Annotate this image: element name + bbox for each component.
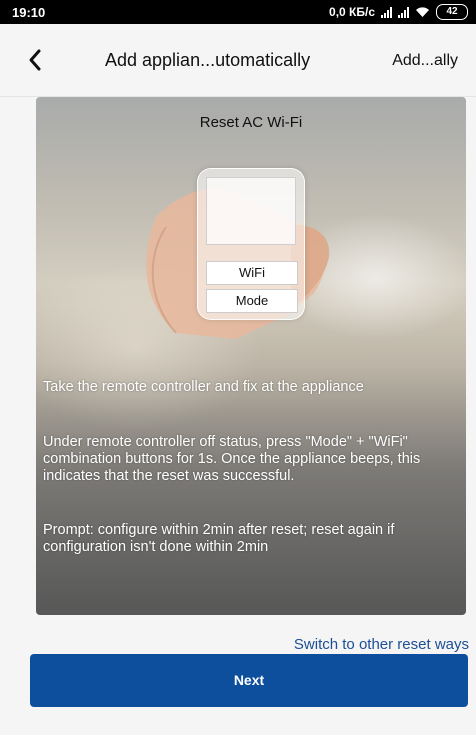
remote-mode-button: Mode xyxy=(206,289,298,313)
network-speed: 0,0 КБ/с xyxy=(329,5,375,19)
wifi-icon xyxy=(416,7,429,17)
page-title: Add applian...utomatically xyxy=(105,50,311,70)
back-button[interactable] xyxy=(22,46,50,74)
status-bar: 19:10 0,0 КБ/с 42 xyxy=(0,0,476,24)
signal-icon xyxy=(381,6,392,18)
instruction-step-1: Take the remote controller and fix at th… xyxy=(43,379,364,395)
chevron-left-icon xyxy=(29,49,41,71)
instruction-step-2: Under remote controller off status, pres… xyxy=(43,434,421,484)
status-indicators: 0,0 КБ/с 42 xyxy=(329,4,468,20)
remote-screen xyxy=(206,177,296,245)
switch-reset-way-link[interactable]: Switch to other reset ways xyxy=(294,636,469,653)
instruction-card: Reset AC Wi-Fi WiFi Mode Take the remote… xyxy=(36,97,466,615)
nav-bar: Add applian...utomatically Add...ally xyxy=(0,24,476,97)
battery-icon: 42 xyxy=(436,4,468,20)
signal-icon-2 xyxy=(398,6,409,18)
card-title: Reset AC Wi-Fi xyxy=(199,114,303,131)
instruction-prompt: Prompt: configure within 2min after rese… xyxy=(43,522,395,555)
next-button[interactable]: Next xyxy=(30,654,468,707)
remote-controller: WiFi Mode xyxy=(197,168,305,320)
status-time: 19:10 xyxy=(12,5,46,20)
remote-wifi-button: WiFi xyxy=(206,261,298,285)
add-manually-button[interactable]: Add...ally xyxy=(392,52,458,70)
